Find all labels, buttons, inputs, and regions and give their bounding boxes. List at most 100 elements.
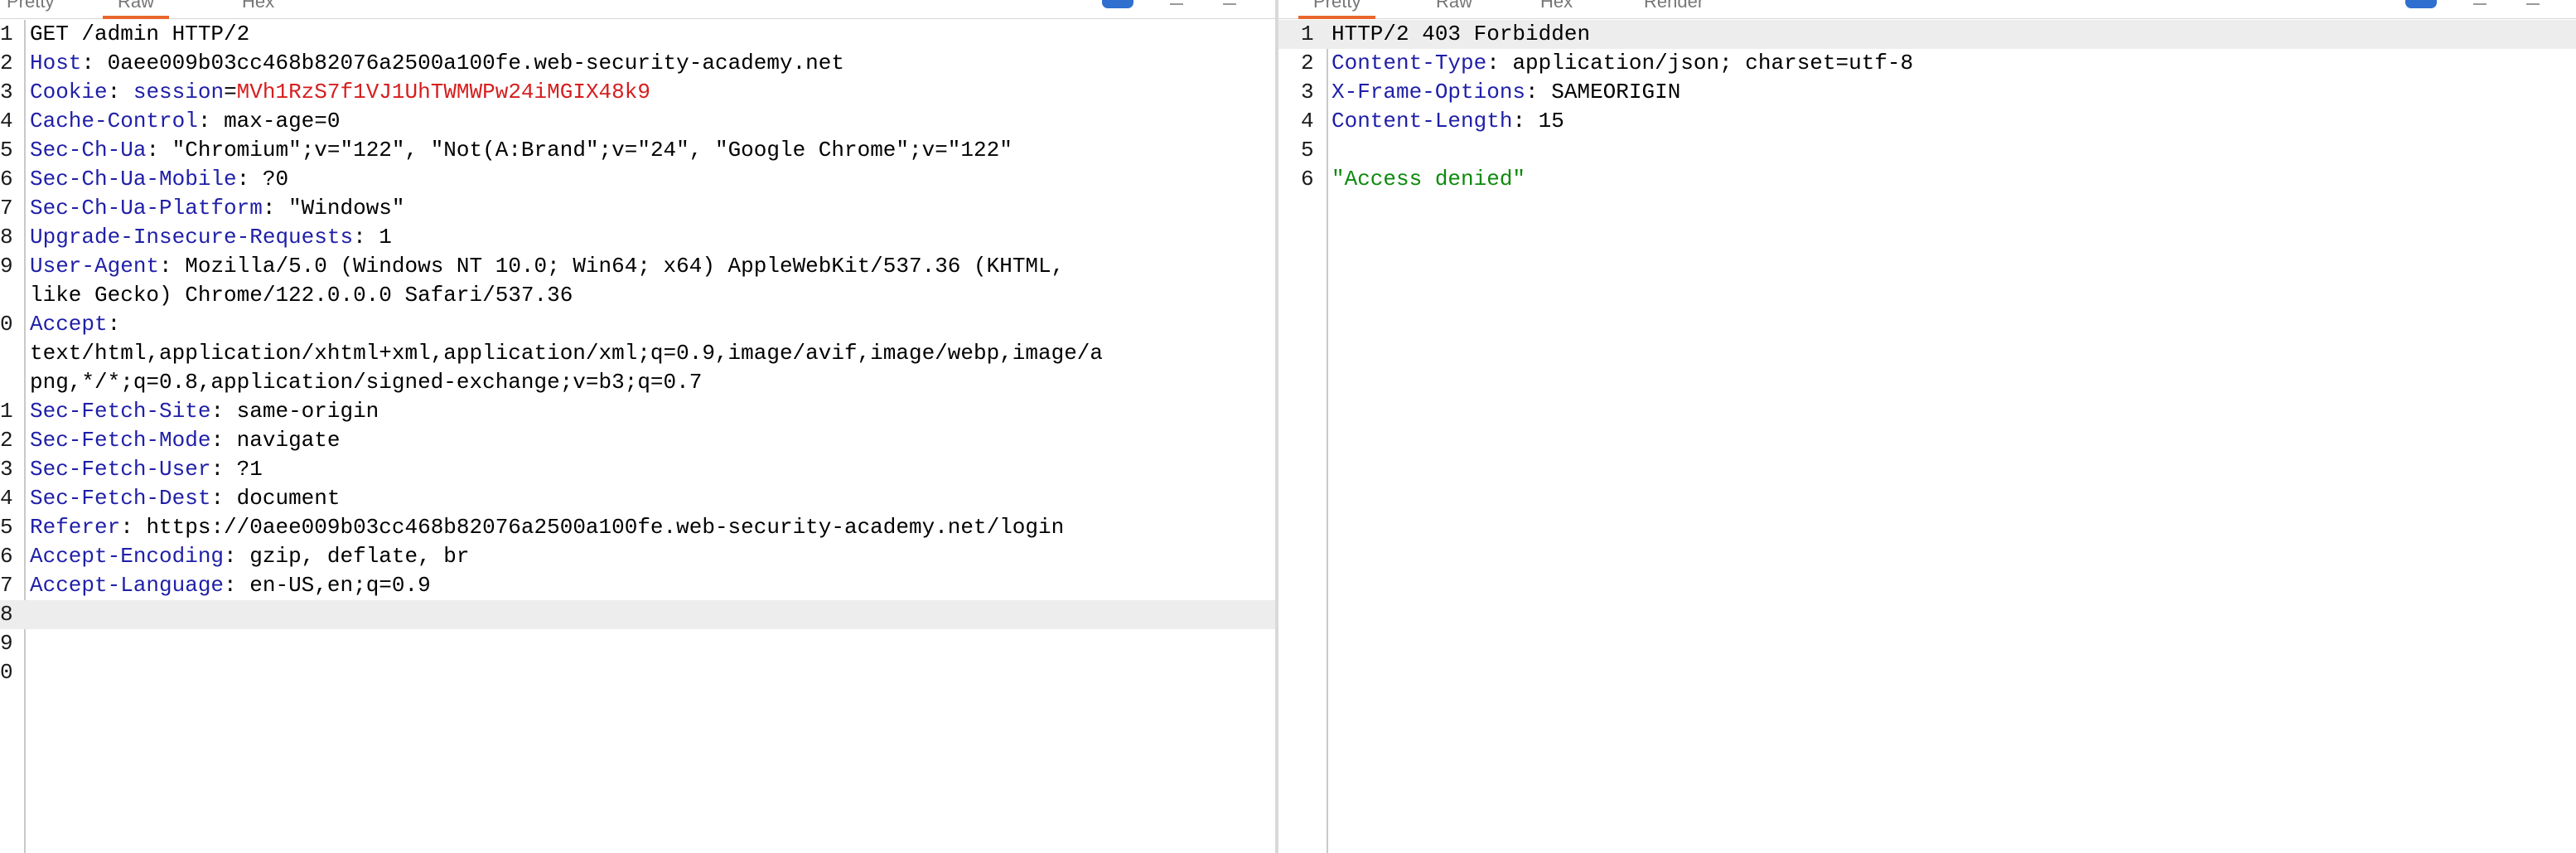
request-line[interactable]: 5 Sec-Ch-Ua: "Chromium";v="122", "Not(A:B… [0,136,1275,165]
request-toolbar-blue-icon[interactable] [1102,0,1133,8]
request-line[interactable]: 5 Referer: https://0aee009b03cc468b82076a… [0,513,1275,542]
request-header-separator: : [107,80,133,104]
response-line-code: Content-Type: application/json; charset=… [1331,49,1913,78]
request-line[interactable]: 1 GET /admin HTTP/2 [0,20,1275,49]
request-tab-raw[interactable]: Raw [102,0,170,19]
response-toolbar-blue-icon[interactable] [2405,0,2437,8]
request-line-number: 8 [0,602,13,627]
request-line[interactable]: 9 User-Agent: Mozilla/5.0 (Windows NT 10.… [0,252,1275,281]
request-line-number: 9 [0,631,13,656]
request-toolbar-menu-icon[interactable] [1223,0,1236,5]
response-line[interactable]: 1 HTTP/2 403 Forbidden [1278,20,2576,49]
request-line-value: same-origin [236,399,379,424]
request-line-number: 3 [0,457,13,482]
request-header-name: Host [30,51,82,75]
response-toolbar-collapse-icon[interactable] [2473,0,2487,5]
response-line[interactable]: 4 Content-Length: 15 [1278,107,2576,136]
request-line-number: 6 [0,544,13,569]
request-line-number: 0 [0,312,13,337]
request-header-name: Cookie [30,80,108,104]
response-line[interactable]: 2 Content-Type: application/json; charset… [1278,49,2576,78]
request-line-value: ?0 [262,167,289,191]
request-line[interactable]: 0 [0,658,1275,687]
response-tab-raw[interactable]: Raw [1436,0,1472,13]
request-line[interactable]: 7 Sec-Ch-Ua-Platform: "Windows" [0,194,1275,223]
request-header-separator: : [236,167,263,191]
request-header-name: Accept-Encoding [30,544,225,569]
request-tab-hex[interactable]: Hex [242,0,274,13]
request-line-code: Sec-Ch-Ua: "Chromium";v="122", "Not(A:Br… [30,136,1013,165]
request-line-code: Sec-Fetch-Mode: navigate [30,426,340,455]
request-line[interactable]: text/html,application/xhtml+xml,applicat… [0,339,1275,368]
request-line-number: 1 [0,22,13,46]
request-line[interactable]: 2 Sec-Fetch-Mode: navigate [0,426,1275,455]
response-line-code: X-Frame-Options: SAMEORIGIN [1331,78,1680,107]
request-header-name: Sec-Ch-Ua [30,138,147,162]
response-line-number: 1 [1301,22,1314,46]
request-header-separator: : [210,428,237,453]
request-line[interactable]: 4 Cache-Control: max-age=0 [0,107,1275,136]
request-line-code: Sec-Ch-Ua-Mobile: ?0 [30,165,288,194]
response-tab-render[interactable]: Render [1644,0,1704,13]
response-line[interactable]: 6 "Access denied" [1278,165,2576,194]
request-toolbar-collapse-icon[interactable] [1170,0,1183,5]
request-line-code: Sec-Fetch-Dest: document [30,484,340,513]
response-header-name: X-Frame-Options [1331,80,1526,104]
request-line[interactable]: 7 Accept-Language: en-US,en;q=0.9 [0,571,1275,600]
request-header-separator: : [262,196,289,221]
request-line-code: Upgrade-Insecure-Requests: 1 [30,223,392,252]
request-line[interactable]: like Gecko) Chrome/122.0.0.0 Safari/537.… [0,281,1275,310]
request-line[interactable]: 3 Cookie: session=MVh1RzS7f1VJ1UhTWMWPw24… [0,78,1275,107]
request-line-value: en-US,en;q=0.9 [249,573,431,598]
request-line-number: 7 [0,196,13,221]
request-line-code: png,*/*;q=0.8,application/signed-exchang… [30,368,702,397]
response-editor[interactable]: 1 HTTP/2 403 Forbidden 2 Content-Type: appl… [1278,20,2576,853]
request-line-number: 8 [0,225,13,250]
request-header-separator: : [81,51,108,75]
response-line-value: SAMEORIGIN [1551,80,1681,104]
request-line[interactable]: 1 Sec-Fetch-Site: same-origin [0,397,1275,426]
request-line-code: Sec-Ch-Ua-Platform: "Windows" [30,194,405,223]
request-editor[interactable]: 1 GET /admin HTTP/2 2 Host: 0aee009b03cc468… [0,20,1275,853]
request-tab-pretty[interactable]: Pretty [7,0,54,13]
request-header-separator: : [210,399,237,424]
request-line[interactable]: 8 Upgrade-Insecure-Requests: 1 [0,223,1275,252]
request-header-name: Sec-Ch-Ua-Mobile [30,167,237,191]
response-toolbar-menu-icon[interactable] [2526,0,2540,5]
request-line[interactable]: 6 Accept-Encoding: gzip, deflate, br [0,542,1275,571]
response-header-name: Content-Length [1331,109,1513,133]
request-header-separator: : [197,109,225,133]
request-header-separator: : [159,254,186,279]
request-line-value: text/html,application/xhtml+xml,applicat… [30,341,1104,366]
request-line[interactable]: 6 Sec-Ch-Ua-Mobile: ?0 [0,165,1275,194]
request-line-number: 4 [0,486,13,511]
request-line[interactable]: png,*/*;q=0.8,application/signed-exchang… [0,368,1275,397]
response-tab-pretty[interactable]: Pretty [1298,0,1377,19]
request-line[interactable]: 3 Sec-Fetch-User: ?1 [0,455,1275,484]
request-line[interactable]: 0 Accept: [0,310,1275,339]
request-line-value: png,*/*;q=0.8,application/signed-exchang… [30,370,703,395]
request-line-value: "Chromium";v="122", "Not(A:Brand";v="24"… [172,138,1013,162]
request-header-separator: : [224,544,250,569]
request-line[interactable]: 9 [0,629,1275,658]
request-line-value: 0aee009b03cc468b82076a2500a100fe.web-sec… [107,51,844,75]
request-line-value: gzip, deflate, br [249,544,470,569]
request-line[interactable]: 4 Sec-Fetch-Dest: document [0,484,1275,513]
response-line[interactable]: 5 [1278,136,2576,165]
request-line-code: Accept-Language: en-US,en;q=0.9 [30,571,431,600]
request-line-value: navigate [236,428,341,453]
request-line[interactable]: 2 Host: 0aee009b03cc468b82076a2500a100fe.… [0,49,1275,78]
request-line-number: 9 [0,254,13,279]
response-line-code: "Access denied" [1331,165,1525,194]
response-line-number: 6 [1301,167,1314,191]
response-line[interactable]: 3 X-Frame-Options: SAMEORIGIN [1278,78,2576,107]
response-line-value: application/json; charset=utf-8 [1512,51,1914,75]
request-line[interactable]: 8 [0,600,1275,629]
request-line-code: Sec-Fetch-User: ?1 [30,455,263,484]
response-line-number: 4 [1301,109,1314,133]
response-tab-hex[interactable]: Hex [1540,0,1573,13]
response-line-value: HTTP/2 403 Forbidden [1331,22,1591,46]
response-line-value: "Access denied" [1331,167,1526,191]
request-header-separator: : [353,225,379,250]
request-line-number: 0 [0,660,13,685]
